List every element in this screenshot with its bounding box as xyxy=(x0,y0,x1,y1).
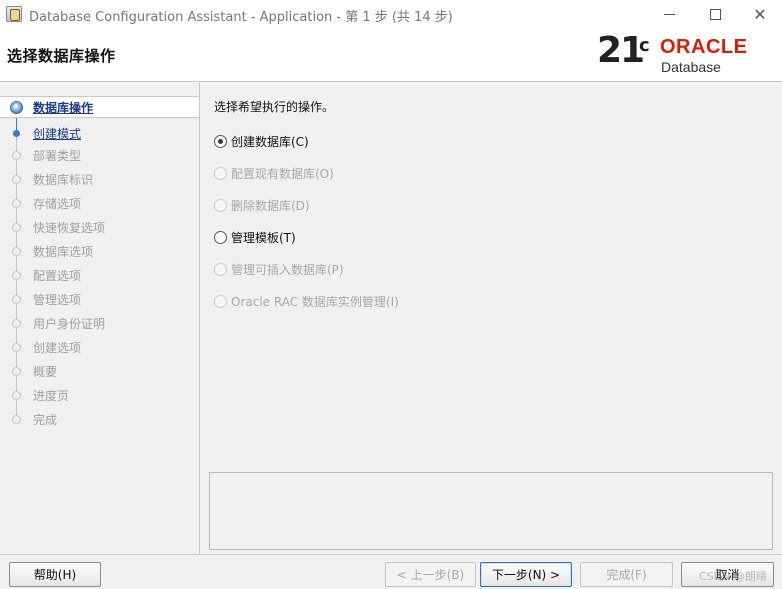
steps-sidebar: 数据库操作 创建模式 部署类型 数据库标识 存储选项 快速恢复选项 数据库选项 … xyxy=(0,83,200,554)
app-icon xyxy=(6,6,22,22)
logo-brand: ORACLE xyxy=(660,36,748,58)
step-label: 用户身份证明 xyxy=(33,316,106,331)
logo-version: 21 xyxy=(597,30,645,71)
minimize-icon xyxy=(663,14,675,15)
step-dot-icon xyxy=(12,318,21,328)
step-dot-icon xyxy=(12,342,21,352)
option-create-database[interactable]: 创建数据库(C) xyxy=(214,132,309,150)
oracle-21c-logo: 21 c ORACLE Database xyxy=(597,30,773,77)
step-summary: 概要 xyxy=(0,360,199,382)
option-manage-templates[interactable]: 管理模板(T) xyxy=(214,228,296,246)
step-dot-icon xyxy=(13,129,20,137)
step-configuration-options: 配置选项 xyxy=(0,264,199,286)
step-dot-icon xyxy=(12,270,21,280)
logo-version-suffix: c xyxy=(639,35,650,56)
step-label: 数据库操作 xyxy=(33,100,94,115)
window-title: Database Configuration Assistant - Appli… xyxy=(29,10,453,25)
step-label: 部署类型 xyxy=(33,148,82,163)
step-fast-recovery-options: 快速恢复选项 xyxy=(0,216,199,238)
option-label: 配置现有数据库(O) xyxy=(231,166,334,181)
option-delete-database: 删除数据库(D) xyxy=(214,196,310,214)
step-dot-icon xyxy=(12,222,21,232)
step-label: 数据库标识 xyxy=(33,172,94,187)
option-label: 管理模板(T) xyxy=(231,230,296,245)
step-label: 数据库选项 xyxy=(33,244,94,259)
radio-icon xyxy=(214,166,227,180)
step-label: 管理选项 xyxy=(33,292,82,307)
step-dot-icon xyxy=(12,294,21,304)
step-current-icon xyxy=(10,100,23,114)
radio-selected-icon[interactable] xyxy=(214,134,227,148)
step-label: 配置选项 xyxy=(33,268,82,283)
finish-button[interactable]: 完成(F) xyxy=(580,562,673,587)
page-header: 选择数据库操作 21 c ORACLE Database xyxy=(0,29,782,82)
step-progress-page: 进度页 xyxy=(0,384,199,406)
radio-icon xyxy=(214,294,227,308)
step-creation-options: 创建选项 xyxy=(0,336,199,358)
step-database-identification: 数据库标识 xyxy=(0,168,199,190)
logo-product: Database xyxy=(661,59,721,75)
operation-prompt: 选择希望执行的操作。 xyxy=(214,100,335,114)
step-storage-options: 存储选项 xyxy=(0,192,199,214)
option-manage-pluggable-databases: 管理可插入数据库(P) xyxy=(214,260,344,278)
option-rac-instance-management: Oracle RAC 数据库实例管理(I) xyxy=(214,292,399,310)
back-button[interactable]: < 上一步(B) xyxy=(385,562,476,587)
option-label: 管理可插入数据库(P) xyxy=(231,262,344,277)
maximize-button[interactable] xyxy=(692,0,738,29)
step-creation-mode[interactable]: 创建模式 xyxy=(0,122,199,144)
option-configure-existing-database: 配置现有数据库(O) xyxy=(214,164,334,182)
step-database-options: 数据库选项 xyxy=(0,240,199,262)
step-label: 概要 xyxy=(33,364,58,379)
description-panel xyxy=(209,472,773,550)
wizard-footer: 帮助(H) < 上一步(B) 下一步(N) > 完成(F) 取消 CSDN @朗… xyxy=(0,554,782,589)
option-label: 删除数据库(D) xyxy=(231,198,310,213)
watermark-text: CSDN @朗晴 xyxy=(699,570,767,583)
step-dot-icon xyxy=(12,198,21,208)
minimize-button[interactable] xyxy=(646,0,692,29)
page-title: 选择数据库操作 xyxy=(7,47,116,65)
step-label: 存储选项 xyxy=(33,196,82,211)
step-dot-icon xyxy=(12,414,21,424)
step-dot-icon xyxy=(12,150,21,160)
step-dot-icon xyxy=(12,246,21,256)
step-label: 创建选项 xyxy=(33,340,82,355)
step-deployment-type: 部署类型 xyxy=(0,144,199,166)
step-dot-icon xyxy=(12,174,21,184)
step-label: 快速恢复选项 xyxy=(33,220,106,235)
step-label: 完成 xyxy=(33,412,58,427)
step-user-credentials: 用户身份证明 xyxy=(0,312,199,334)
maximize-icon xyxy=(709,9,721,20)
main-content: 选择希望执行的操作。 创建数据库(C) 配置现有数据库(O) 删除数据库(D) … xyxy=(201,83,782,554)
help-button[interactable]: 帮助(H) xyxy=(9,562,101,587)
step-management-options: 管理选项 xyxy=(0,288,199,310)
step-dot-icon xyxy=(12,390,21,400)
window-titlebar: Database Configuration Assistant - Appli… xyxy=(0,0,782,29)
step-database-operation[interactable]: 数据库操作 xyxy=(0,96,199,118)
radio-icon xyxy=(214,262,227,276)
close-button[interactable]: ✕ xyxy=(737,0,782,29)
close-icon: ✕ xyxy=(753,4,767,24)
step-finish: 完成 xyxy=(0,408,199,430)
step-label: 创建模式 xyxy=(33,126,82,141)
option-label: Oracle RAC 数据库实例管理(I) xyxy=(231,294,399,309)
radio-icon xyxy=(214,198,227,212)
option-label: 创建数据库(C) xyxy=(231,134,309,149)
next-button[interactable]: 下一步(N) > xyxy=(480,562,572,587)
step-label: 进度页 xyxy=(33,388,70,403)
radio-icon[interactable] xyxy=(214,230,227,244)
step-dot-icon xyxy=(12,366,21,376)
